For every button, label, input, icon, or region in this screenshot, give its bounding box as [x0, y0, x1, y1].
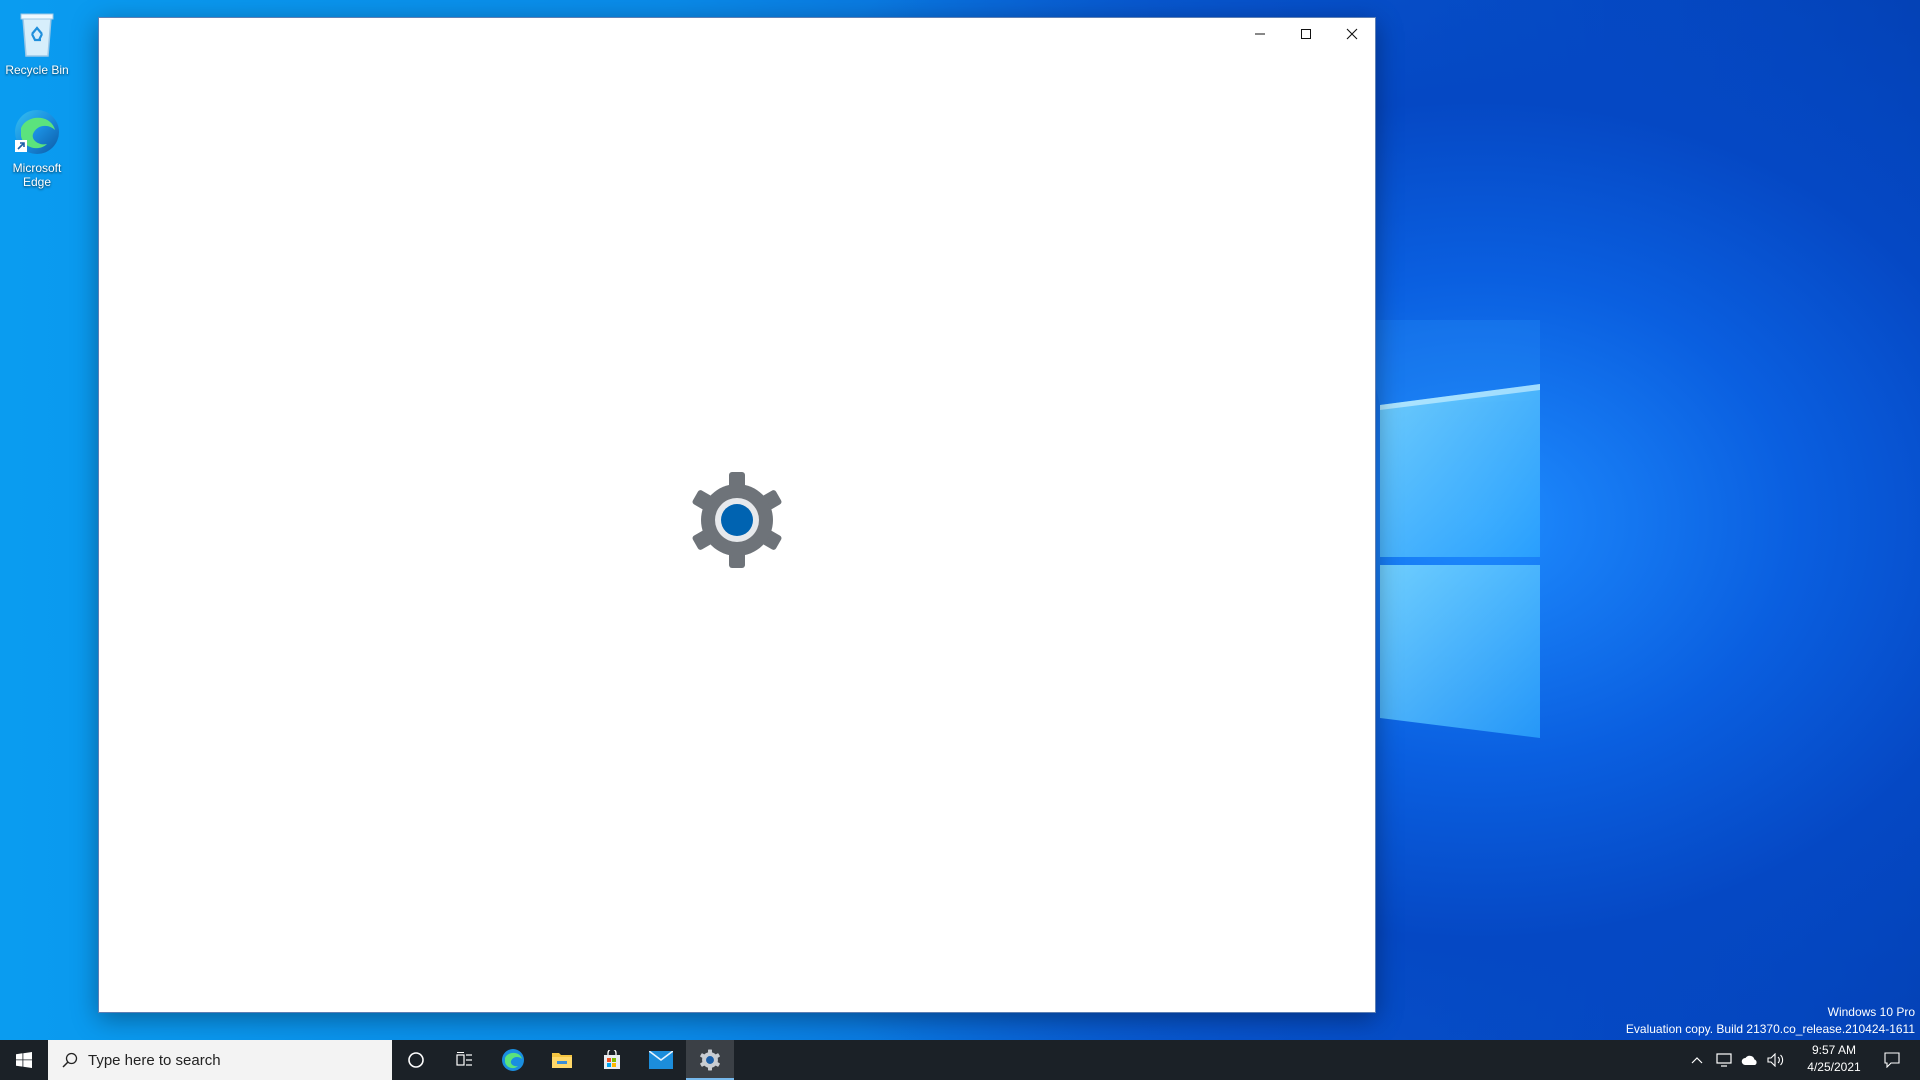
- taskbar-edge-button[interactable]: [489, 1040, 537, 1080]
- desktop-icon-recycle-bin[interactable]: Recycle Bin: [0, 8, 74, 77]
- edge-icon: [15, 110, 59, 154]
- minimize-button[interactable]: [1237, 18, 1283, 50]
- store-button[interactable]: [588, 1040, 636, 1080]
- clock-time: 9:57 AM: [1811, 1043, 1857, 1057]
- clock-date: 4/25/2021: [1807, 1060, 1861, 1074]
- windows-watermark: Windows 10 Pro Evaluation copy. Build 21…: [1626, 1004, 1915, 1038]
- close-icon: [1346, 28, 1358, 40]
- network-button[interactable]: [1711, 1040, 1737, 1080]
- volume-button[interactable]: [1763, 1040, 1789, 1080]
- cortana-button[interactable]: [392, 1040, 440, 1080]
- recycle-bin-icon: [20, 13, 54, 57]
- onedrive-button[interactable]: [1737, 1040, 1763, 1080]
- settings-window[interactable]: [98, 17, 1376, 1013]
- chevron-up-icon: [1691, 1057, 1703, 1064]
- mail-button[interactable]: [637, 1040, 685, 1080]
- clock[interactable]: 9:57 AM 4/25/2021: [1796, 1042, 1872, 1076]
- search-placeholder: Type here to search: [88, 1051, 221, 1069]
- desktop: Recycle Bin Microsoft Edge Windows 10 Pr…: [0, 0, 1920, 1040]
- network-icon: [1716, 1053, 1732, 1067]
- minimize-icon: [1255, 33, 1265, 35]
- start-button[interactable]: [0, 1040, 48, 1080]
- task-view-button[interactable]: [440, 1040, 488, 1080]
- desktop-icon-edge[interactable]: Microsoft Edge: [0, 106, 74, 189]
- file-explorer-button[interactable]: [538, 1040, 586, 1080]
- maximize-icon: [1301, 29, 1311, 39]
- edge-label: Microsoft Edge: [12, 161, 62, 189]
- notification-icon: [1884, 1052, 1900, 1068]
- maximize-button[interactable]: [1283, 18, 1329, 50]
- cortana-icon: [408, 1052, 424, 1068]
- store-icon: [604, 1050, 620, 1069]
- file-explorer-icon: [552, 1053, 572, 1068]
- volume-icon: [1767, 1053, 1784, 1067]
- start-icon: [16, 1052, 32, 1068]
- action-center-button[interactable]: [1872, 1040, 1912, 1080]
- edge-icon: [502, 1049, 524, 1071]
- taskbar: Type here to search 9:57 AM 4/25/2021: [0, 1040, 1920, 1080]
- close-button[interactable]: [1329, 18, 1375, 50]
- show-hidden-icons-button[interactable]: [1683, 1040, 1711, 1080]
- windows-logo-wallpaper: [1360, 320, 1540, 738]
- taskbar-settings-button[interactable]: [686, 1040, 734, 1080]
- recycle-bin-label: Recycle Bin: [5, 63, 69, 77]
- mail-icon: [649, 1051, 673, 1069]
- task-view-icon: [456, 1052, 472, 1066]
- search-box[interactable]: Type here to search: [48, 1040, 392, 1080]
- watermark-build: Evaluation copy. Build 21370.co_release.…: [1625, 1022, 1915, 1036]
- settings-gear-icon: [692, 472, 782, 568]
- onedrive-icon: [1741, 1055, 1757, 1065]
- watermark-edition: Windows 10 Pro: [1827, 1005, 1915, 1019]
- search-icon: [62, 1052, 78, 1068]
- settings-icon: [700, 1049, 720, 1071]
